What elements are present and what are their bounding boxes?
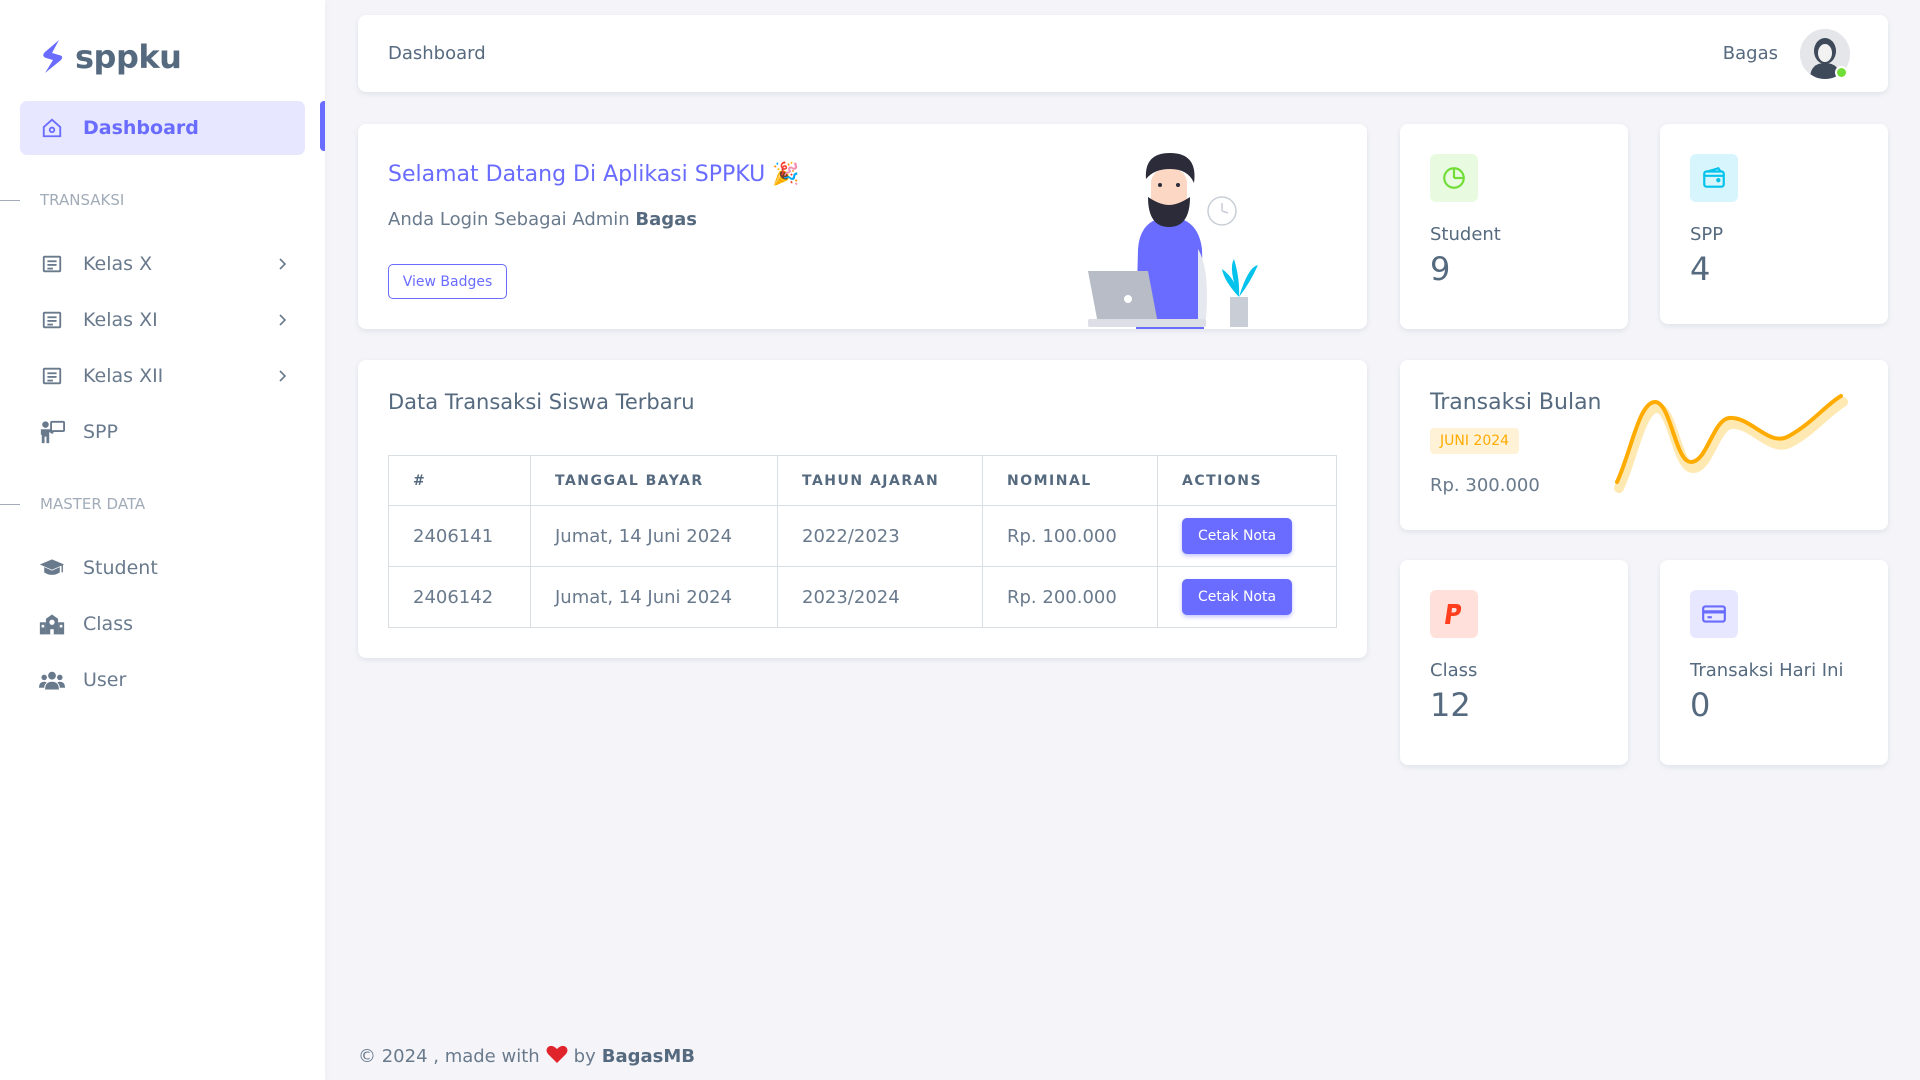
menu-header-transaksi: TRANSAKSI — [0, 190, 300, 210]
cetak-nota-button[interactable]: Cetak Nota — [1182, 518, 1292, 554]
cell-id: 2406142 — [388, 566, 531, 628]
cell-nominal: Rp. 200.000 — [982, 566, 1158, 628]
pie-chart-icon — [1430, 154, 1478, 202]
school-icon — [39, 611, 65, 637]
column-header: TAHUN AJARAN — [777, 455, 983, 506]
heart-icon — [546, 1044, 568, 1069]
paypal-icon — [1430, 590, 1478, 638]
chevron-right-icon — [275, 254, 289, 276]
monthly-amount: Rp. 300.000 — [1430, 475, 1540, 496]
transactions-table: # TANGGAL BAYAR TAHUN AJARAN NOMINAL ACT… — [388, 455, 1337, 628]
document-icon — [39, 251, 65, 277]
sidebar-item-dashboard[interactable]: Dashboard — [20, 101, 305, 155]
sidebar-item-student[interactable]: Student — [20, 541, 305, 595]
credit-card-icon — [1690, 590, 1738, 638]
footer-author[interactable]: BagasMB — [602, 1046, 695, 1067]
graduation-cap-icon — [39, 555, 65, 581]
column-header: ACTIONS — [1157, 455, 1337, 506]
cetak-nota-button[interactable]: Cetak Nota — [1182, 579, 1292, 615]
cell-tahun: 2023/2024 — [777, 566, 983, 628]
cell-tahun: 2022/2023 — [777, 505, 983, 567]
footer-by: by — [573, 1046, 596, 1067]
brand-name: sppku — [75, 38, 182, 76]
monthly-title: Transaksi Bulan — [1430, 390, 1602, 415]
stat-value: 9 — [1430, 250, 1451, 288]
sidebar-item-label: Class — [83, 613, 133, 635]
cell-tanggal: Jumat, 14 Juni 2024 — [530, 566, 778, 628]
month-badge: JUNI 2024 — [1430, 428, 1520, 454]
table-header-row: # TANGGAL BAYAR TAHUN AJARAN NOMINAL ACT… — [388, 455, 1337, 506]
teacher-icon — [39, 419, 65, 445]
column-header: NOMINAL — [982, 455, 1158, 506]
sidebar: sppku Dashboard TRANSAKSI Kelas X Kelas … — [0, 0, 325, 1080]
home-icon — [39, 115, 65, 141]
online-status-dot — [1835, 66, 1848, 79]
cell-id: 2406141 — [388, 505, 531, 567]
stat-label: Transaksi Hari Ini — [1690, 660, 1844, 681]
sidebar-item-kelas-xi[interactable]: Kelas XI — [20, 293, 305, 347]
column-header: # — [388, 455, 531, 506]
sidebar-item-label: Kelas X — [83, 253, 153, 275]
stat-value: 4 — [1690, 250, 1711, 288]
chevron-right-icon — [275, 310, 289, 332]
stat-card-spp: SPP 4 — [1660, 124, 1888, 324]
sidebar-item-label: SPP — [83, 421, 118, 443]
column-header: TANGGAL BAYAR — [530, 455, 778, 506]
sidebar-item-label: User — [83, 669, 127, 691]
user-name[interactable]: Bagas — [1723, 43, 1778, 64]
stat-label: SPP — [1690, 224, 1724, 245]
sidebar-item-label: Kelas XI — [83, 309, 158, 331]
document-icon — [39, 307, 65, 333]
view-badges-button[interactable]: View Badges — [388, 264, 507, 299]
brand-logo[interactable]: sppku — [39, 38, 182, 76]
page-title: Dashboard — [388, 43, 486, 64]
chevron-right-icon — [275, 366, 289, 388]
man-with-laptop-illustration — [1088, 153, 1258, 329]
sidebar-item-class[interactable]: Class — [20, 597, 305, 651]
wallet-icon — [1690, 154, 1738, 202]
stat-label: Class — [1430, 660, 1478, 681]
footer: © 2024 , made with by BagasMB — [358, 1044, 695, 1069]
sidebar-item-user[interactable]: User — [20, 653, 305, 707]
menu-header-master-data: MASTER DATA — [0, 494, 300, 514]
logo-icon — [43, 40, 63, 73]
cell-tanggal: Jumat, 14 Juni 2024 — [530, 505, 778, 567]
table-row: 2406142 Jumat, 14 Juni 2024 2023/2024 Rp… — [388, 566, 1337, 628]
stat-label: Student — [1430, 224, 1501, 245]
welcome-card: Selamat Datang Di Aplikasi SPPKU 🎉 Anda … — [358, 124, 1367, 329]
table-title: Data Transaksi Siswa Terbaru — [388, 390, 695, 414]
welcome-title: Selamat Datang Di Aplikasi SPPKU 🎉 — [388, 162, 800, 187]
sidebar-item-label: Student — [83, 557, 158, 579]
stat-value: 0 — [1690, 686, 1711, 724]
recent-transactions-card: Data Transaksi Siswa Terbaru # TANGGAL B… — [358, 360, 1367, 658]
stat-card-transaksi-hari-ini: Transaksi Hari Ini 0 — [1660, 560, 1888, 765]
cell-actions: Cetak Nota — [1157, 566, 1337, 628]
stat-card-class: Class 12 — [1400, 560, 1628, 765]
users-icon — [39, 667, 65, 693]
sidebar-item-label: Kelas XII — [83, 365, 164, 387]
sidebar-item-kelas-xii[interactable]: Kelas XII — [20, 349, 305, 403]
sparkline-chart — [1614, 394, 1848, 493]
document-icon — [39, 363, 65, 389]
sidebar-item-kelas-x[interactable]: Kelas X — [20, 237, 305, 291]
active-indicator — [320, 101, 325, 151]
sidebar-item-label: Dashboard — [83, 117, 199, 139]
top-navbar: Dashboard Bagas — [358, 15, 1888, 92]
stat-card-student: Student 9 — [1400, 124, 1628, 329]
monthly-transactions-card: Transaksi Bulan JUNI 2024 Rp. 300.000 — [1400, 360, 1888, 530]
cell-nominal: Rp. 100.000 — [982, 505, 1158, 567]
stat-value: 12 — [1430, 686, 1471, 724]
cell-actions: Cetak Nota — [1157, 505, 1337, 567]
sidebar-item-spp[interactable]: SPP — [20, 405, 305, 459]
footer-text: © 2024 , made with — [358, 1046, 540, 1067]
welcome-subtitle: Anda Login Sebagai Admin Bagas — [388, 209, 698, 230]
table-row: 2406141 Jumat, 14 Juni 2024 2022/2023 Rp… — [388, 505, 1337, 567]
